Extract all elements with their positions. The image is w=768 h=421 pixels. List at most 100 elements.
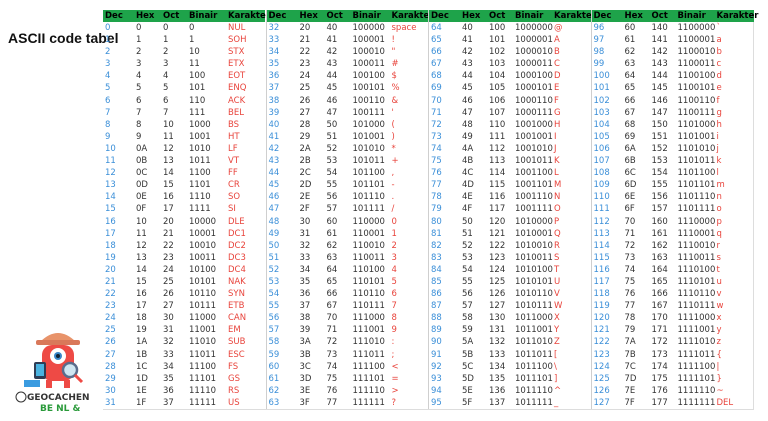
oct-cell: 67	[326, 301, 338, 312]
karakter-cell: A	[554, 35, 560, 46]
binair-cell: 10001	[189, 228, 217, 239]
karakter-cell: b	[716, 47, 722, 58]
hex-cell: 7A	[624, 337, 636, 348]
oct-cell: 7	[163, 107, 169, 118]
oct-cell: 6	[163, 95, 169, 106]
oct-cell: 24	[163, 264, 174, 275]
dec-cell: 66	[431, 47, 442, 58]
karakter-cell: DEL	[716, 397, 734, 408]
binair-cell: 1100000	[677, 23, 716, 33]
binair-cell: 11111	[189, 397, 217, 408]
dec-cell: 113	[593, 228, 610, 239]
table-row: 77 4D 115 1001101 M	[429, 179, 591, 191]
hex-cell: 55	[462, 276, 473, 287]
karakter-cell: L	[554, 168, 559, 179]
dec-cell: 47	[268, 204, 280, 215]
dec-cell: 17	[105, 228, 116, 239]
hex-cell: 62	[624, 47, 636, 58]
hex-cell: 0A	[136, 143, 148, 154]
hex-cell: 41	[462, 35, 473, 46]
table-row: 43 2B 53 101011 +	[267, 155, 429, 167]
hex-cell: 0	[136, 23, 142, 33]
dec-cell: 24	[105, 313, 116, 324]
binair-cell: 10010	[189, 240, 217, 251]
binair-cell: 1110011	[677, 252, 716, 263]
oct-cell: 157	[651, 204, 668, 215]
karakter-cell: SI	[228, 204, 236, 215]
hex-cell: 6E	[624, 192, 636, 203]
table-row: 8 8 10 1000 BS	[103, 119, 265, 131]
dec-cell: 110	[593, 192, 610, 203]
karakter-cell: #	[391, 59, 399, 70]
table-row: 62 3E 76 111110 >	[267, 385, 429, 397]
hex-cell: 6B	[624, 156, 636, 167]
hex-cell: 3E	[299, 385, 311, 396]
hex-cell: 44	[462, 71, 473, 82]
hex-cell: 23	[299, 59, 311, 70]
karakter-cell: Q	[554, 228, 561, 239]
table-row: 122 7A 172 1111010 z	[592, 336, 754, 348]
dec-cell: 4	[105, 71, 111, 82]
hex-cell: 1B	[136, 349, 148, 360]
dec-cell: 99	[593, 59, 605, 70]
binair-cell: 1101001	[677, 131, 716, 142]
dec-cell: 51	[268, 252, 280, 263]
binair-cell: 11101	[189, 373, 217, 384]
dec-cell: 25	[105, 325, 116, 336]
table-row: 98 62 142 1100010 b	[592, 46, 754, 58]
karakter-cell: c	[716, 59, 722, 70]
oct-cell: 35	[163, 373, 174, 384]
table-row: 78 4E 116 1001110 N	[429, 191, 591, 203]
dec-cell: 15	[105, 204, 116, 215]
dec-cell: 72	[431, 119, 442, 130]
binair-cell: 1001101	[515, 180, 553, 191]
binair-cell: 111100	[352, 361, 385, 372]
binair-cell: 10011	[189, 252, 217, 263]
dec-cell: 62	[268, 385, 280, 396]
hex-cell: 73	[624, 252, 636, 263]
oct-cell: 131	[489, 325, 506, 336]
binair-cell: 0	[189, 23, 195, 33]
oct-cell: 153	[651, 156, 668, 167]
dec-cell: 22	[105, 289, 116, 300]
karakter-cell: S	[554, 252, 560, 263]
dec-cell: 40	[268, 119, 280, 130]
column-header: Oct	[326, 11, 343, 21]
binair-cell: 1000001	[515, 35, 553, 46]
binair-cell: 101001	[352, 131, 385, 142]
binair-cell: 1100001	[677, 35, 716, 46]
hex-cell: 21	[299, 35, 311, 46]
karakter-cell: ENQ	[228, 83, 247, 94]
karakter-cell: ,	[391, 168, 395, 179]
karakter-cell: "	[391, 47, 396, 58]
binair-cell: 1000000	[515, 23, 553, 33]
binair-cell: 1011101	[515, 373, 553, 384]
hex-cell: 65	[624, 83, 636, 94]
oct-cell: 166	[651, 289, 668, 300]
binair-cell: 110001	[352, 228, 385, 239]
hex-cell: 0D	[136, 180, 148, 191]
table-row: 79 4F 117 1001111 O	[429, 203, 591, 215]
karakter-cell: J	[554, 143, 557, 154]
table-row: 4 4 4 100 EOT	[103, 70, 265, 82]
binair-cell: 100100	[352, 71, 385, 82]
dec-cell: 85	[431, 276, 442, 287]
oct-cell: 5	[163, 83, 169, 94]
karakter-cell: CAN	[228, 313, 247, 324]
hex-cell: 3B	[299, 349, 311, 360]
table-row: 45 2D 55 101101-	[267, 179, 429, 191]
dec-cell: 53	[268, 276, 280, 287]
hex-cell: 7D	[624, 373, 637, 384]
karakter-cell: p	[716, 216, 722, 227]
hex-cell: 19	[136, 325, 147, 336]
hex-cell: 54	[462, 264, 473, 275]
table-row: 121 79 171 1111001 y	[592, 324, 754, 336]
karakter-cell: t	[716, 264, 720, 275]
table-row: 73 49 111 1001001 I	[429, 131, 591, 143]
dec-cell: 75	[431, 156, 442, 167]
hex-cell: 3C	[299, 361, 311, 372]
karakter-cell: I	[554, 131, 557, 142]
binair-cell: 1011110	[515, 385, 553, 396]
hex-cell: 1E	[136, 385, 147, 396]
table-row: 86 56 126 1010110 V	[429, 288, 591, 300]
